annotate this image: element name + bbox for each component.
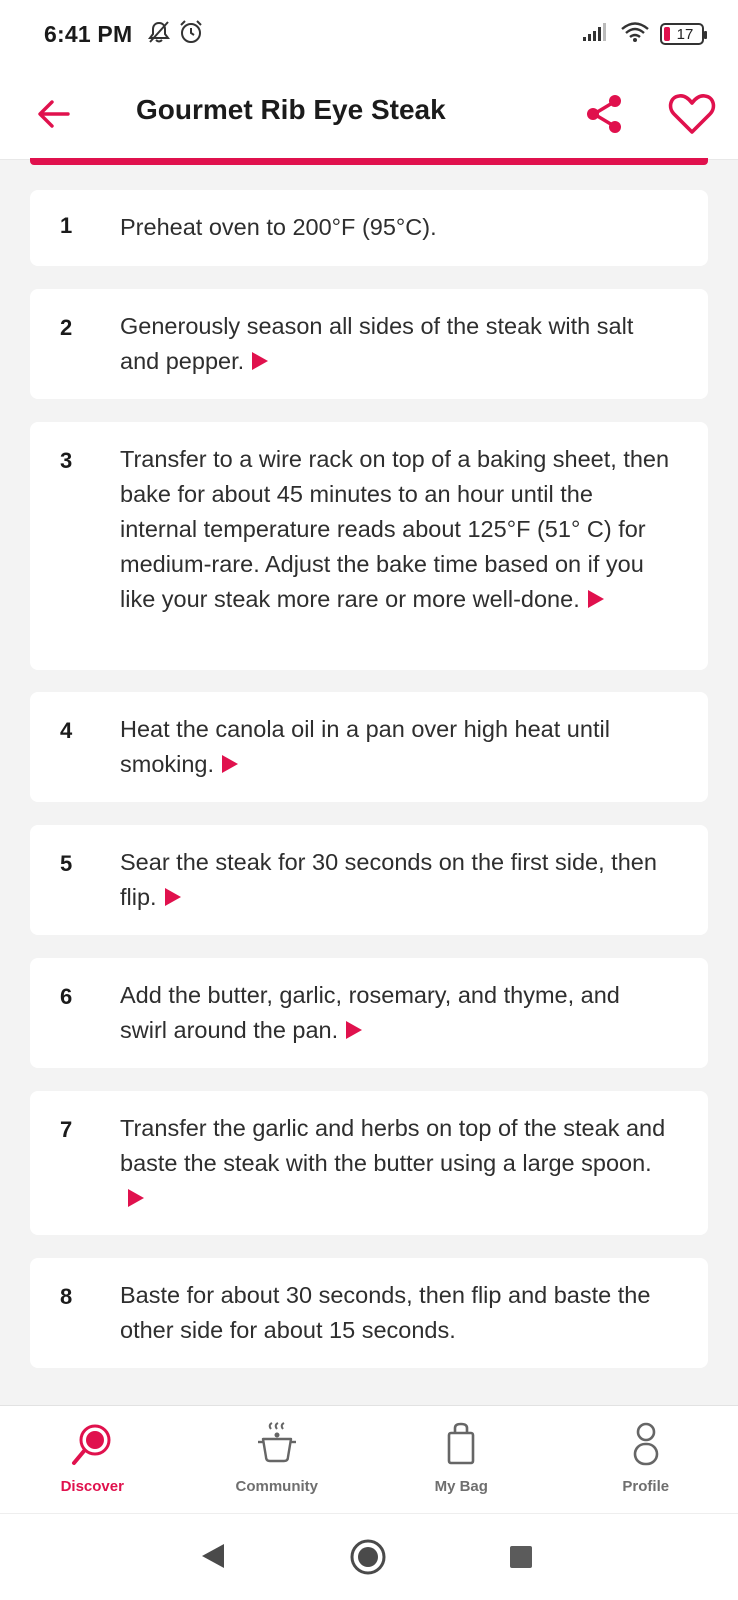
step-number: 4 bbox=[60, 718, 73, 743]
heart-icon bbox=[668, 94, 716, 134]
play-video-icon[interactable] bbox=[222, 755, 239, 773]
step-text: Baste for about 30 seconds, then flip an… bbox=[120, 1282, 651, 1343]
play-video-icon[interactable] bbox=[252, 352, 269, 370]
nav-label: Community bbox=[235, 1478, 319, 1495]
header-accent-bar bbox=[30, 158, 708, 165]
play-video-icon[interactable] bbox=[164, 888, 181, 906]
step-card: 7 Transfer the garlic and herbs on top o… bbox=[30, 1091, 708, 1235]
status-icons-left bbox=[146, 19, 204, 50]
step-number: 3 bbox=[60, 448, 73, 473]
community-pot-icon bbox=[253, 1420, 301, 1468]
step-card: 2 Generously season all sides of the ste… bbox=[30, 289, 708, 399]
step-number: 1 bbox=[60, 213, 73, 238]
share-button[interactable] bbox=[580, 88, 628, 140]
step-card: 4 Heat the canola oil in a pan over high… bbox=[30, 692, 708, 802]
step-card: 8 Baste for about 30 seconds, then flip … bbox=[30, 1258, 708, 1368]
app-screen: 6:41 PM 17 Gourmet Rib Eye Steak 1 Prehe… bbox=[0, 0, 738, 1600]
nav-label: Discover bbox=[60, 1478, 124, 1495]
nav-label: Profile bbox=[622, 1478, 670, 1495]
step-text: Transfer the garlic and herbs on top of … bbox=[120, 1111, 672, 1216]
profile-icon bbox=[622, 1420, 670, 1468]
step-card: 1 Preheat oven to 200°F (95°C). bbox=[30, 190, 708, 266]
nav-my-bag[interactable]: My Bag bbox=[369, 1406, 554, 1513]
status-bar: 6:41 PM 17 bbox=[0, 0, 738, 68]
battery-icon: 17 bbox=[660, 23, 707, 45]
discover-icon bbox=[68, 1420, 116, 1468]
favorite-button[interactable] bbox=[664, 88, 720, 140]
back-arrow-icon bbox=[38, 100, 70, 128]
nav-profile[interactable]: Profile bbox=[554, 1406, 738, 1513]
step-text: Generously season all sides of the steak… bbox=[120, 313, 634, 374]
page-title: Gourmet Rib Eye Steak bbox=[136, 94, 446, 125]
wifi-icon bbox=[620, 21, 650, 48]
step-card: 3 Transfer to a wire rack on top of a ba… bbox=[30, 422, 708, 670]
signal-icon bbox=[582, 22, 610, 47]
back-button[interactable] bbox=[30, 90, 78, 138]
step-text: Add the butter, garlic, rosemary, and th… bbox=[120, 982, 620, 1043]
play-video-icon[interactable] bbox=[128, 1189, 144, 1207]
step-text: Preheat oven to 200°F (95°C). bbox=[120, 214, 437, 240]
step-card: 6 Add the butter, garlic, rosemary, and … bbox=[30, 958, 708, 1068]
step-text: Heat the canola oil in a pan over high h… bbox=[120, 716, 610, 777]
status-icons-right: 17 bbox=[582, 21, 707, 48]
app-header: Gourmet Rib Eye Steak bbox=[0, 68, 738, 160]
step-card: 5 Sear the steak for 30 seconds on the f… bbox=[30, 825, 708, 935]
nav-community[interactable]: Community bbox=[185, 1406, 370, 1513]
nav-discover[interactable]: Discover bbox=[0, 1406, 185, 1513]
step-number: 5 bbox=[60, 851, 73, 876]
play-video-icon[interactable] bbox=[587, 590, 604, 608]
bag-icon bbox=[437, 1420, 485, 1468]
step-text: Sear the steak for 30 seconds on the fir… bbox=[120, 849, 657, 910]
step-number: 8 bbox=[60, 1284, 73, 1309]
bell-off-icon bbox=[146, 19, 172, 50]
share-icon bbox=[587, 95, 621, 133]
play-video-icon[interactable] bbox=[346, 1021, 363, 1039]
status-time: 6:41 PM bbox=[44, 20, 133, 47]
step-text: Transfer to a wire rack on top of a baki… bbox=[120, 446, 670, 612]
step-number: 7 bbox=[60, 1117, 73, 1142]
system-back-icon[interactable] bbox=[200, 1542, 226, 1575]
system-home-icon[interactable] bbox=[350, 1539, 386, 1580]
system-recents-icon[interactable] bbox=[510, 1546, 532, 1568]
alarm-icon bbox=[178, 19, 204, 50]
step-number: 2 bbox=[60, 315, 73, 340]
bottom-navigation: Discover Community My Bag Profile bbox=[0, 1405, 738, 1513]
system-navigation-bar bbox=[0, 1513, 738, 1600]
battery-level: 17 bbox=[676, 25, 694, 43]
nav-label: My Bag bbox=[434, 1478, 488, 1495]
step-number: 6 bbox=[60, 984, 73, 1009]
